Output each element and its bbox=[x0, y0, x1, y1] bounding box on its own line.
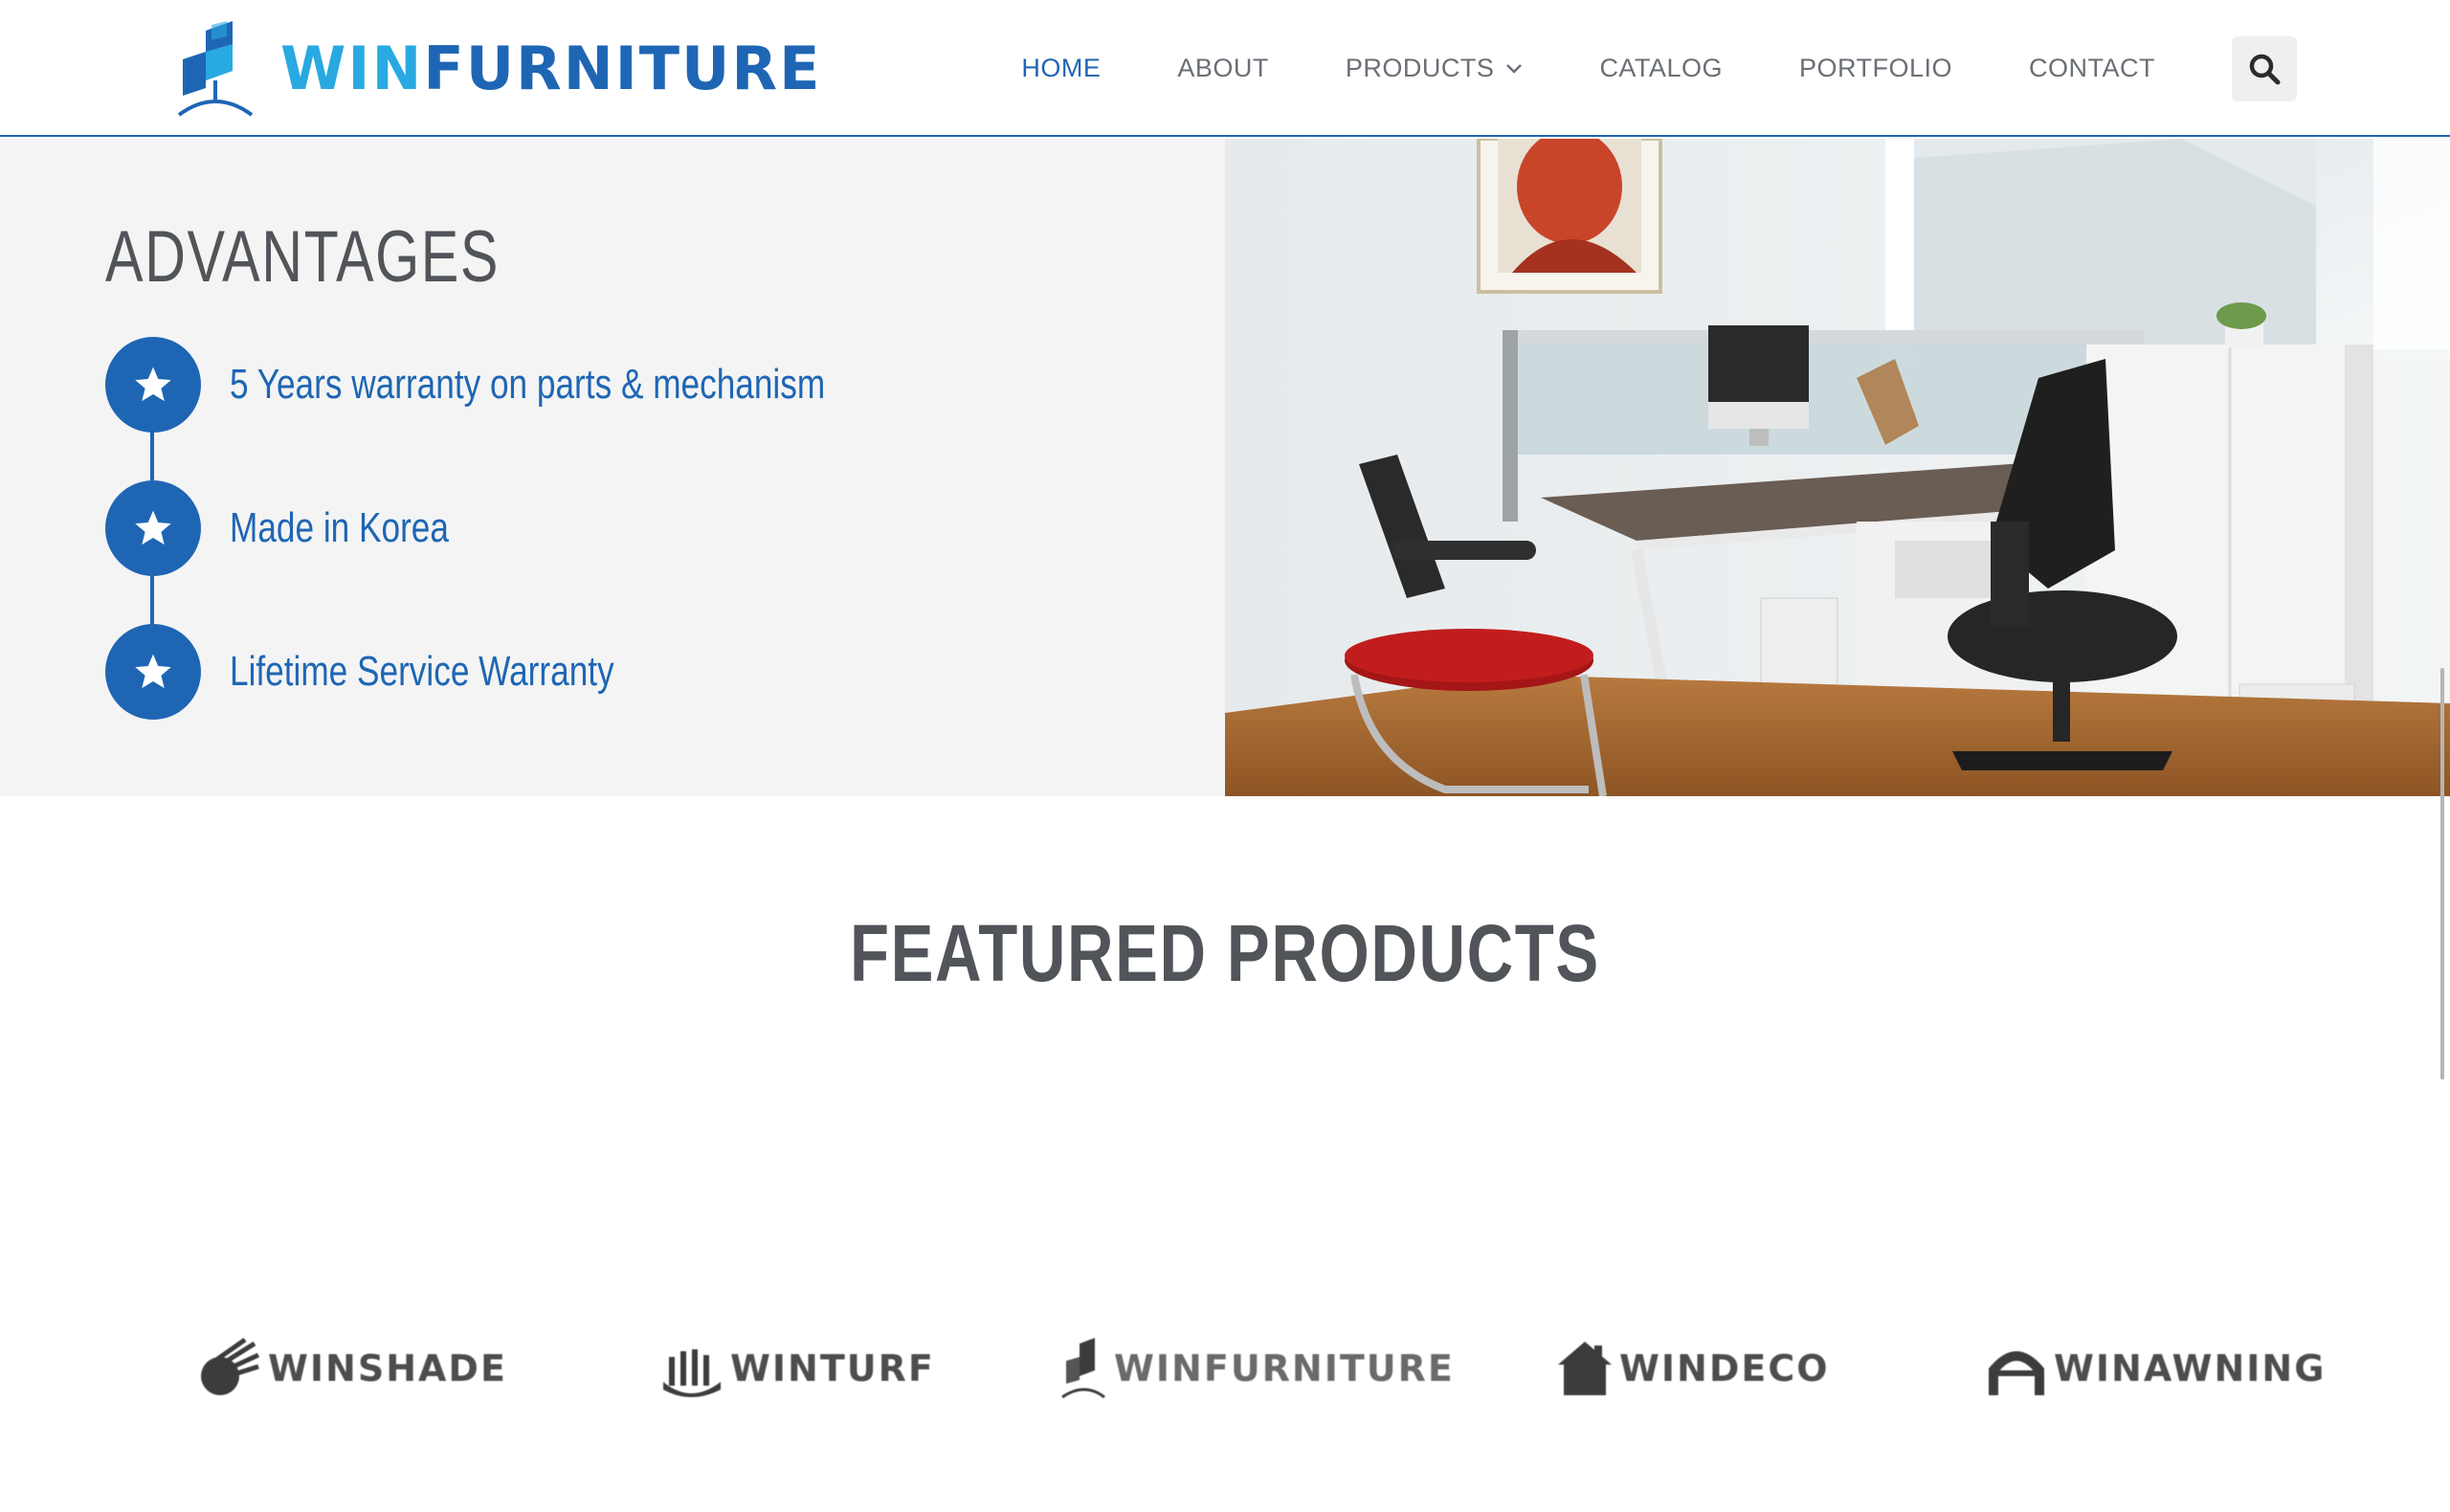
nav-about[interactable]: ABOUT bbox=[1177, 54, 1269, 83]
advantage-item: Lifetime Service Warranty bbox=[105, 624, 710, 720]
nav-catalog[interactable]: CATALOG bbox=[1599, 54, 1723, 83]
brand-winawning-label: WINAWNING bbox=[2054, 1347, 2327, 1390]
brand-winawning[interactable]: WINAWNING bbox=[1985, 1330, 2326, 1407]
brand-winshade[interactable]: WINSHADE bbox=[195, 1330, 507, 1407]
advantages-title: ADVANTAGES bbox=[105, 216, 500, 298]
advantage-badge bbox=[105, 624, 201, 720]
featured-products-title-text: FEATURED PRODUCTS bbox=[850, 908, 1600, 998]
site-logo[interactable]: WINFURNITURE bbox=[177, 21, 822, 117]
page-scrollbar[interactable] bbox=[2440, 668, 2444, 1079]
furniture-icon bbox=[1061, 1338, 1105, 1399]
office-photo bbox=[1225, 139, 2450, 796]
nav-contact[interactable]: CONTACT bbox=[2029, 54, 2155, 83]
logo-text-furniture: FURNITURE bbox=[423, 33, 822, 103]
advantage-badge bbox=[105, 480, 201, 576]
advantage-text: Lifetime Service Warranty bbox=[230, 648, 614, 695]
search-button[interactable] bbox=[2232, 35, 2297, 101]
advantages-section: ADVANTAGES 5 Years warranty on parts & m… bbox=[0, 139, 1225, 796]
brand-windeco-label: WINDECO bbox=[1619, 1347, 1830, 1390]
brand-logos: WINSHADE WINTURF WINFURNITURE WINDECO WI… bbox=[0, 1330, 2450, 1407]
turf-icon bbox=[663, 1349, 721, 1397]
advantage-text: 5 Years warranty on parts & mechanism bbox=[230, 361, 826, 408]
logo-text: WINFURNITURE bbox=[280, 39, 822, 99]
nav-home[interactable]: HOME bbox=[1021, 54, 1101, 83]
nav-portfolio[interactable]: PORTFOLIO bbox=[1799, 54, 1952, 83]
office-illustration bbox=[1225, 139, 2450, 796]
advantage-badge bbox=[105, 337, 201, 433]
awning-icon bbox=[1989, 1351, 2044, 1395]
logo-chair-icon bbox=[177, 21, 254, 117]
main-nav: HOME ABOUT PRODUCTS CATALOG PORTFOLIO CO… bbox=[1021, 0, 2450, 137]
house-icon bbox=[1558, 1342, 1612, 1395]
brand-winfurniture[interactable]: WINFURNITURE bbox=[1060, 1330, 1455, 1407]
star-icon bbox=[135, 510, 171, 545]
featured-products-title: FEATURED PRODUCTS bbox=[0, 907, 2450, 1000]
star-icon bbox=[135, 654, 171, 689]
logo-text-win: WIN bbox=[280, 33, 424, 103]
chevron-down-icon bbox=[1506, 63, 1523, 74]
advantage-item: 5 Years warranty on parts & mechanism bbox=[105, 337, 974, 433]
brand-winturf-label: WINTURF bbox=[730, 1347, 935, 1390]
brand-windeco[interactable]: WINDECO bbox=[1556, 1330, 1830, 1407]
advantage-item: Made in Korea bbox=[105, 480, 503, 576]
brand-winshade-label: WINSHADE bbox=[268, 1347, 507, 1390]
site-header: WINFURNITURE HOME ABOUT PRODUCTS CATALOG… bbox=[0, 0, 2450, 137]
brand-winfurniture-label: WINFURNITURE bbox=[1114, 1347, 1455, 1390]
brand-winturf[interactable]: WINTURF bbox=[657, 1330, 935, 1407]
search-icon bbox=[2249, 54, 2281, 84]
nav-products[interactable]: PRODUCTS bbox=[1346, 54, 1524, 83]
star-icon bbox=[135, 367, 171, 402]
advantage-text: Made in Korea bbox=[230, 504, 449, 551]
nav-products-label: PRODUCTS bbox=[1345, 54, 1495, 82]
shade-icon bbox=[201, 1338, 260, 1395]
